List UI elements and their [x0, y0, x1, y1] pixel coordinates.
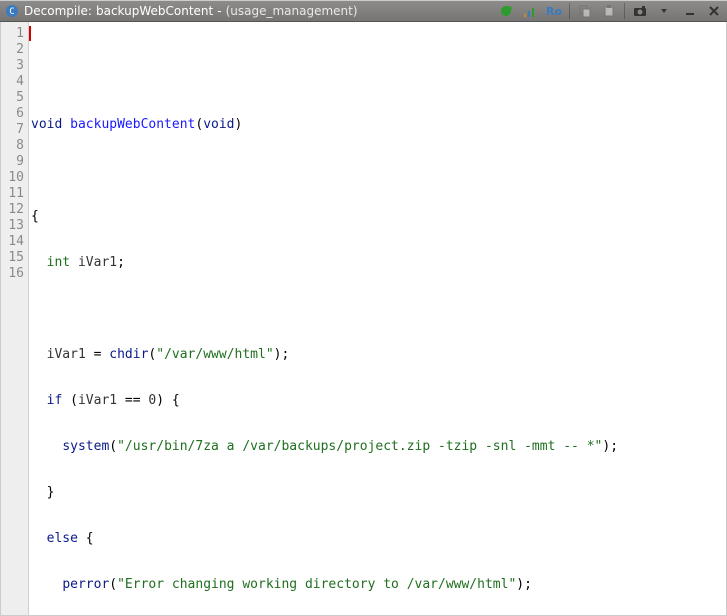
titlebar: C Decompile: backupWebContent - (usage_m… [0, 1, 727, 22]
decompile-window: C Decompile: backupWebContent - (usage_m… [0, 0, 727, 616]
readonly-toggle[interactable]: Ro [543, 1, 565, 21]
toolbar-separator [569, 3, 570, 19]
code-line: system("/usr/bin/7za a /var/backups/proj… [31, 439, 726, 455]
snapshot-button[interactable] [629, 1, 651, 21]
line-number: 4 [1, 74, 24, 90]
toolbar-separator-2 [624, 3, 625, 19]
minimize-button[interactable] [681, 2, 699, 20]
line-number: 15 [1, 250, 24, 266]
code-view[interactable]: void backupWebContent(void) { int iVar1;… [29, 22, 726, 615]
code-line [31, 301, 726, 317]
app-icon: C [4, 3, 20, 19]
code-line: { [31, 209, 726, 225]
line-number: 5 [1, 90, 24, 106]
code-line: iVar1 = chdir("/var/www/html"); [31, 347, 726, 363]
text-cursor [29, 26, 31, 41]
line-number: 7 [1, 122, 24, 138]
line-number: 13 [1, 218, 24, 234]
paste-button[interactable] [598, 1, 620, 21]
title-prefix: Decompile: [24, 4, 92, 18]
title-function: backupWebContent [96, 4, 213, 18]
line-number: 6 [1, 106, 24, 122]
code-line: int iVar1; [31, 255, 726, 271]
line-number: 16 [1, 266, 24, 282]
line-number: 12 [1, 202, 24, 218]
editor-area: 1 2 3 4 5 6 7 8 9 10 11 12 13 14 15 16 v… [0, 22, 727, 616]
code-line: void backupWebContent(void) [31, 117, 726, 133]
code-line: perror("Error changing working directory… [31, 577, 726, 593]
title-context: (usage_management) [226, 4, 358, 18]
svg-text:C: C [9, 7, 14, 17]
line-number: 3 [1, 58, 24, 74]
graph-button[interactable] [519, 1, 541, 21]
line-number: 9 [1, 154, 24, 170]
line-gutter: 1 2 3 4 5 6 7 8 9 10 11 12 13 14 15 16 [1, 22, 29, 615]
line-number: 1 [1, 26, 24, 42]
line-number: 2 [1, 42, 24, 58]
toolbar: Ro [495, 1, 675, 21]
code-line: if (iVar1 == 0) { [31, 393, 726, 409]
title-dash: - [217, 4, 221, 18]
refresh-button[interactable] [495, 1, 517, 21]
code-line [31, 71, 726, 87]
code-line [31, 163, 726, 179]
copy-button[interactable] [574, 1, 596, 21]
line-number: 11 [1, 186, 24, 202]
line-number: 8 [1, 138, 24, 154]
dropdown-button[interactable] [653, 1, 675, 21]
line-number: 14 [1, 234, 24, 250]
code-line: } [31, 485, 726, 501]
close-icon[interactable] [705, 2, 723, 20]
line-number: 10 [1, 170, 24, 186]
code-line: else { [31, 531, 726, 547]
